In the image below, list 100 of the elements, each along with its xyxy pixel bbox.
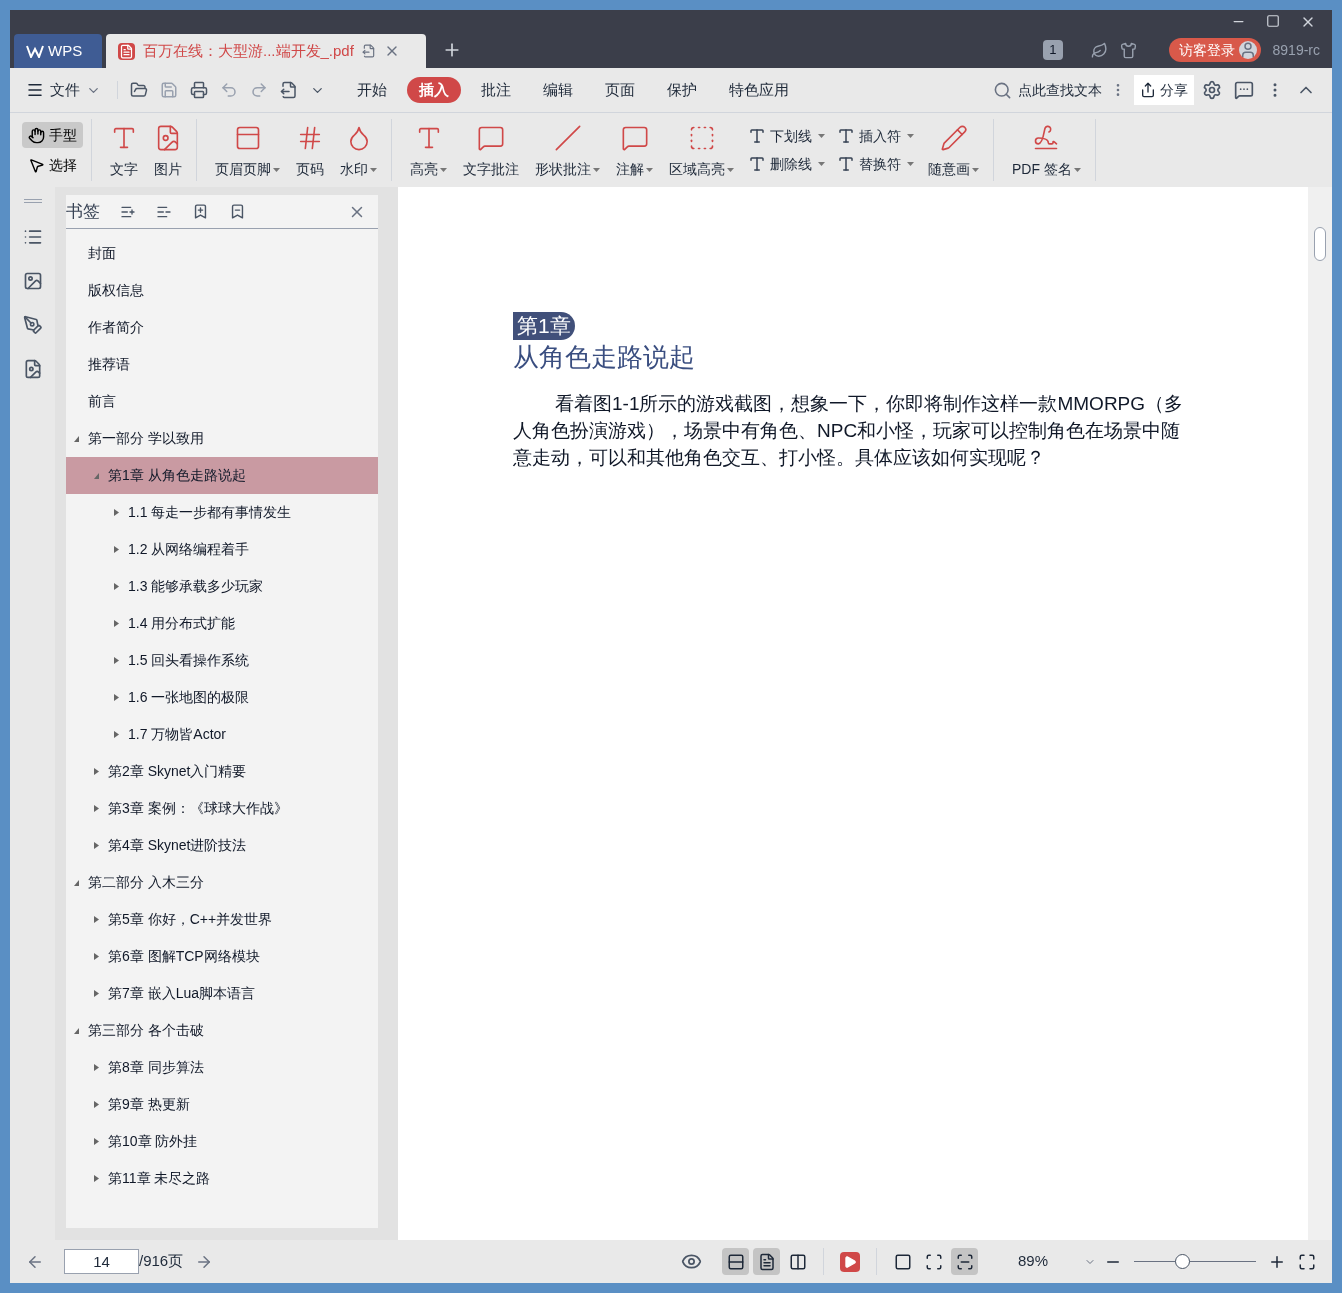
leaf-icon[interactable]: [1090, 41, 1108, 59]
expand-arrow-icon[interactable]: [114, 509, 119, 516]
expand-arrow-icon[interactable]: [114, 657, 119, 664]
list-icon[interactable]: [22, 227, 43, 247]
ribbon-tool-button[interactable]: 页码: [290, 120, 330, 180]
menu-tab[interactable]: 编辑: [531, 77, 585, 103]
bookmark-item[interactable]: 推荐语: [66, 346, 378, 383]
page-number-field[interactable]: 14: [64, 1249, 139, 1274]
menu-tab[interactable]: 保护: [655, 77, 709, 103]
bookmark-item[interactable]: 第11章 未尽之路: [66, 1160, 378, 1197]
view-mode-button[interactable]: [722, 1248, 749, 1275]
add-bookmark-icon[interactable]: [192, 203, 209, 220]
expand-arrow-icon[interactable]: [114, 583, 119, 590]
expand-arrow-icon[interactable]: [94, 805, 99, 812]
ribbon-tool-button[interactable]: 高亮: [404, 120, 453, 180]
fit-mode-button[interactable]: [951, 1248, 978, 1275]
share-button[interactable]: 分享: [1134, 75, 1194, 105]
document-tab[interactable]: 百万在线：大型游...端开发_.pdf: [106, 34, 426, 68]
expand-arrow-icon[interactable]: [114, 731, 119, 738]
bookmark-item[interactable]: 第6章 图解TCP网络模块: [66, 938, 378, 975]
home-tab[interactable]: WPS: [14, 34, 102, 68]
maximize-icon[interactable]: [1266, 14, 1280, 28]
expand-arrow-icon[interactable]: [94, 1101, 99, 1108]
open-folder-icon[interactable]: [130, 81, 148, 99]
ribbon-tool-button[interactable]: 文字批注: [457, 120, 525, 180]
expand-arrow-icon[interactable]: [94, 768, 99, 775]
menu-tab[interactable]: 插入: [407, 77, 461, 103]
file-menu-button[interactable]: 文件: [26, 78, 101, 102]
expand-arrow-icon[interactable]: [94, 1138, 99, 1145]
bookmark-item[interactable]: 第5章 你好，C++并发世界: [66, 901, 378, 938]
chat-icon[interactable]: [1234, 80, 1254, 100]
bookmark-item[interactable]: 封面: [66, 235, 378, 272]
ribbon-tool-button[interactable]: 插入符: [833, 122, 918, 150]
export-icon[interactable]: [280, 81, 298, 99]
expand-arrow-icon[interactable]: [94, 1064, 99, 1071]
bookmark-item[interactable]: 第三部分 各个击破: [66, 1012, 378, 1049]
zoom-slider[interactable]: [1134, 1254, 1256, 1269]
menu-tab[interactable]: 开始: [345, 77, 399, 103]
bookmark-item[interactable]: 1.2 从网络编程着手: [66, 531, 378, 568]
bookmark-item[interactable]: 第二部分 入木三分: [66, 864, 378, 901]
collapse-arrow-icon[interactable]: [74, 879, 79, 886]
bookmark-item[interactable]: 1.6 一张地图的极限: [66, 679, 378, 716]
bookmark-item[interactable]: 1.4 用分布式扩能: [66, 605, 378, 642]
image-icon[interactable]: [22, 271, 43, 291]
bookmark-item[interactable]: 1.3 能够承载多少玩家: [66, 568, 378, 605]
expand-arrow-icon[interactable]: [94, 916, 99, 923]
ribbon-tool-button[interactable]: 图片: [148, 120, 188, 180]
expand-arrow-icon[interactable]: [94, 990, 99, 997]
bookmark-item[interactable]: 第1章 从角色走路说起: [66, 457, 378, 494]
ribbon-tool-button[interactable]: 下划线: [744, 122, 829, 150]
zoom-slider-thumb[interactable]: [1174, 1254, 1190, 1269]
bookmark-item[interactable]: 第2章 Skynet入门精要: [66, 753, 378, 790]
ribbon-tool-button[interactable]: 替换符: [833, 150, 918, 178]
ribbon-tool-button[interactable]: 随意画: [922, 120, 985, 180]
expand-arrow-icon[interactable]: [114, 694, 119, 701]
bookmark-item[interactable]: 第9章 热更新: [66, 1086, 378, 1123]
settings-icon[interactable]: [1202, 80, 1222, 100]
bookmark-item[interactable]: 版权信息: [66, 272, 378, 309]
mode-button[interactable]: 手型: [22, 122, 83, 148]
play-icon[interactable]: [840, 1251, 860, 1272]
menu-tab[interactable]: 页面: [593, 77, 647, 103]
ribbon-tool-button[interactable]: 区域高亮: [663, 120, 740, 180]
view-mode-button[interactable]: [753, 1248, 780, 1275]
ribbon-tool-button[interactable]: 水印: [334, 120, 383, 180]
login-button[interactable]: 访客登录: [1168, 38, 1261, 62]
expand-arrow-icon[interactable]: [94, 953, 99, 960]
bookmark-item[interactable]: 第一部分 学以致用: [66, 420, 378, 457]
print-icon[interactable]: [190, 81, 208, 99]
scrollbar-thumb[interactable]: [1314, 227, 1326, 261]
bookmark-item[interactable]: 第7章 嵌入Lua脚本语言: [66, 975, 378, 1012]
ribbon-tool-button[interactable]: 删除线: [744, 150, 829, 178]
bookmark-item[interactable]: 1.7 万物皆Actor: [66, 716, 378, 753]
bookmark-item[interactable]: 第8章 同步算法: [66, 1049, 378, 1086]
bookmark-item[interactable]: 1.5 回头看操作系统: [66, 642, 378, 679]
find-text-button[interactable]: 点此查找文本: [993, 79, 1102, 101]
bookmark-item[interactable]: 第3章 案例：《球球大作战》: [66, 790, 378, 827]
window-count-badge[interactable]: 1: [1043, 40, 1063, 60]
ribbon-tool-button[interactable]: 注解: [610, 120, 659, 180]
bookmark-item[interactable]: 第10章 防外挂: [66, 1123, 378, 1160]
expand-arrow-icon[interactable]: [114, 620, 119, 627]
expand-arrow-icon[interactable]: [94, 842, 99, 849]
menu-tab[interactable]: 特色应用: [717, 77, 801, 103]
shirt-icon[interactable]: [1119, 41, 1137, 59]
mode-button[interactable]: 选择: [22, 152, 83, 178]
expand-arrow-icon[interactable]: [114, 546, 119, 553]
remove-bookmark-icon[interactable]: [229, 203, 246, 220]
collapse-arrow-icon[interactable]: [74, 435, 79, 442]
collapse-arrow-icon[interactable]: [74, 1027, 79, 1034]
bookmark-item[interactable]: 1.1 每走一步都有事情发生: [66, 494, 378, 531]
expand-arrow-icon[interactable]: [94, 1175, 99, 1182]
ribbon-tool-button[interactable]: PDF 签名: [1006, 120, 1087, 180]
menu-tab[interactable]: 批注: [469, 77, 523, 103]
ribbon-tool-button[interactable]: 形状批注: [529, 120, 606, 180]
fullscreen-icon[interactable]: [1298, 1252, 1316, 1271]
pen-icon[interactable]: [22, 315, 43, 335]
ribbon-tool-button[interactable]: 文字: [104, 120, 144, 180]
bookmark-item[interactable]: 前言: [66, 383, 378, 420]
ribbon-tool-button[interactable]: 页眉页脚: [209, 120, 286, 180]
bookmark-item[interactable]: 第4章 Skynet进阶技法: [66, 827, 378, 864]
bookmark-item[interactable]: 作者简介: [66, 309, 378, 346]
